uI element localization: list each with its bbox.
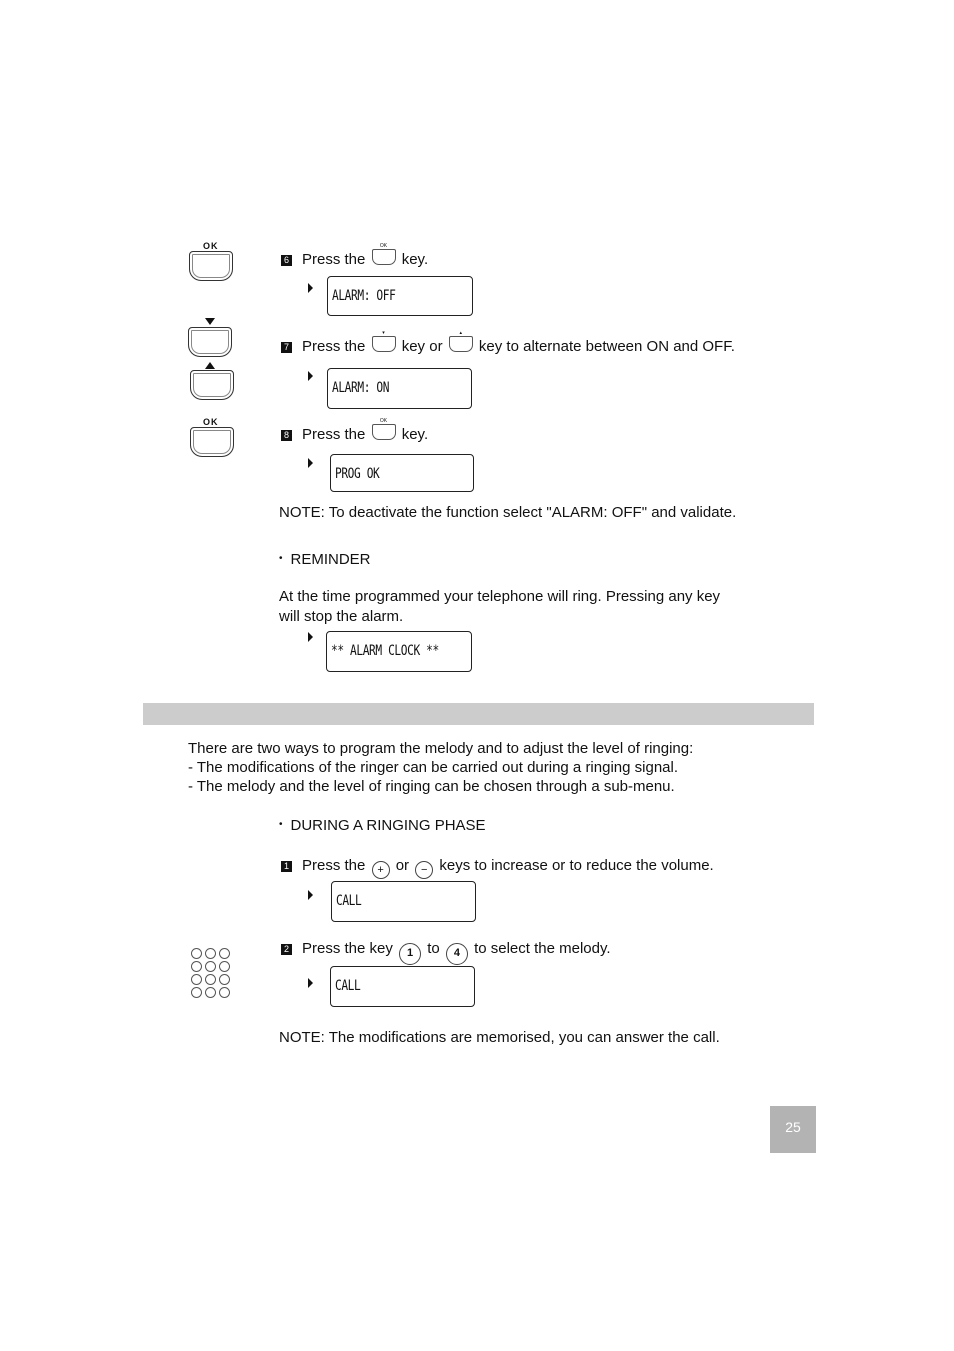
ringing-phase-heading: • DURING A RINGING PHASE [279, 817, 486, 834]
page-number: 25 [770, 1106, 816, 1153]
ok-key-icon: OK [371, 419, 396, 440]
plus-key-icon: + [371, 861, 390, 879]
ok-key-icon: OK [371, 244, 396, 265]
up-key-icon: ▴ [448, 331, 473, 352]
arrow-icon [308, 978, 313, 988]
lcd-display: PROG OK [330, 454, 474, 492]
down-arrow-icon [205, 318, 215, 325]
up-arrow-icon [205, 362, 215, 369]
alarm-note: NOTE: To deactivate the function select … [279, 504, 737, 521]
ok-key-label: OK [203, 417, 219, 427]
bullet: • [279, 819, 283, 830]
reminder-text-2: will stop the alarm. [279, 608, 404, 625]
arrow-icon [308, 632, 313, 642]
down-key-icon [188, 327, 232, 357]
arrow-icon [308, 458, 313, 468]
step-8: 8 Press the OK key. [281, 419, 428, 444]
lcd-display: CALL [331, 881, 476, 922]
step-7: 7 Press the ▾ key or ▴ key to alternate b… [281, 331, 735, 356]
keypad-icon [191, 948, 230, 998]
step-1: 1 Press the + or − keys to increase or to… [281, 856, 714, 879]
lcd-display: ALARM: ON [327, 368, 472, 409]
up-key-icon [190, 370, 234, 400]
step-2: 2 Press the key 1 to 4 to select the melo… [281, 939, 611, 965]
step-number: 7 [281, 342, 292, 353]
lcd-display: CALL [330, 966, 475, 1007]
key-4-icon: 4 [445, 943, 468, 965]
step-number: 1 [281, 861, 292, 872]
lcd-display: ALARM: OFF [327, 276, 473, 316]
arrow-icon [308, 371, 313, 381]
ok-key-icon [189, 251, 233, 281]
step-number: 2 [281, 944, 292, 955]
ok-key-label: OK [203, 241, 219, 251]
key-1-icon: 1 [399, 943, 422, 965]
reminder-heading: • REMINDER [279, 551, 371, 568]
ringer-note: NOTE: The modifications are memorised, y… [279, 1029, 720, 1046]
lcd-display: ** ALARM CLOCK ** [326, 631, 472, 672]
arrow-icon [308, 283, 313, 293]
step-number: 6 [281, 255, 292, 266]
minus-key-icon: − [415, 861, 434, 879]
ok-key-icon [190, 427, 234, 457]
intro-line-2: - The modifications of the ringer can be… [188, 759, 678, 776]
step-6: 6 Press the OK key. [281, 244, 428, 269]
reminder-text-1: At the time programmed your telephone wi… [279, 588, 721, 605]
bullet: • [279, 553, 283, 564]
arrow-icon [308, 890, 313, 900]
intro-line-1: There are two ways to program the melody… [188, 740, 694, 757]
step-number: 8 [281, 430, 292, 441]
intro-line-3: - The melody and the level of ringing ca… [188, 778, 675, 795]
down-key-icon: ▾ [371, 331, 396, 352]
section-header-bar [143, 703, 814, 725]
